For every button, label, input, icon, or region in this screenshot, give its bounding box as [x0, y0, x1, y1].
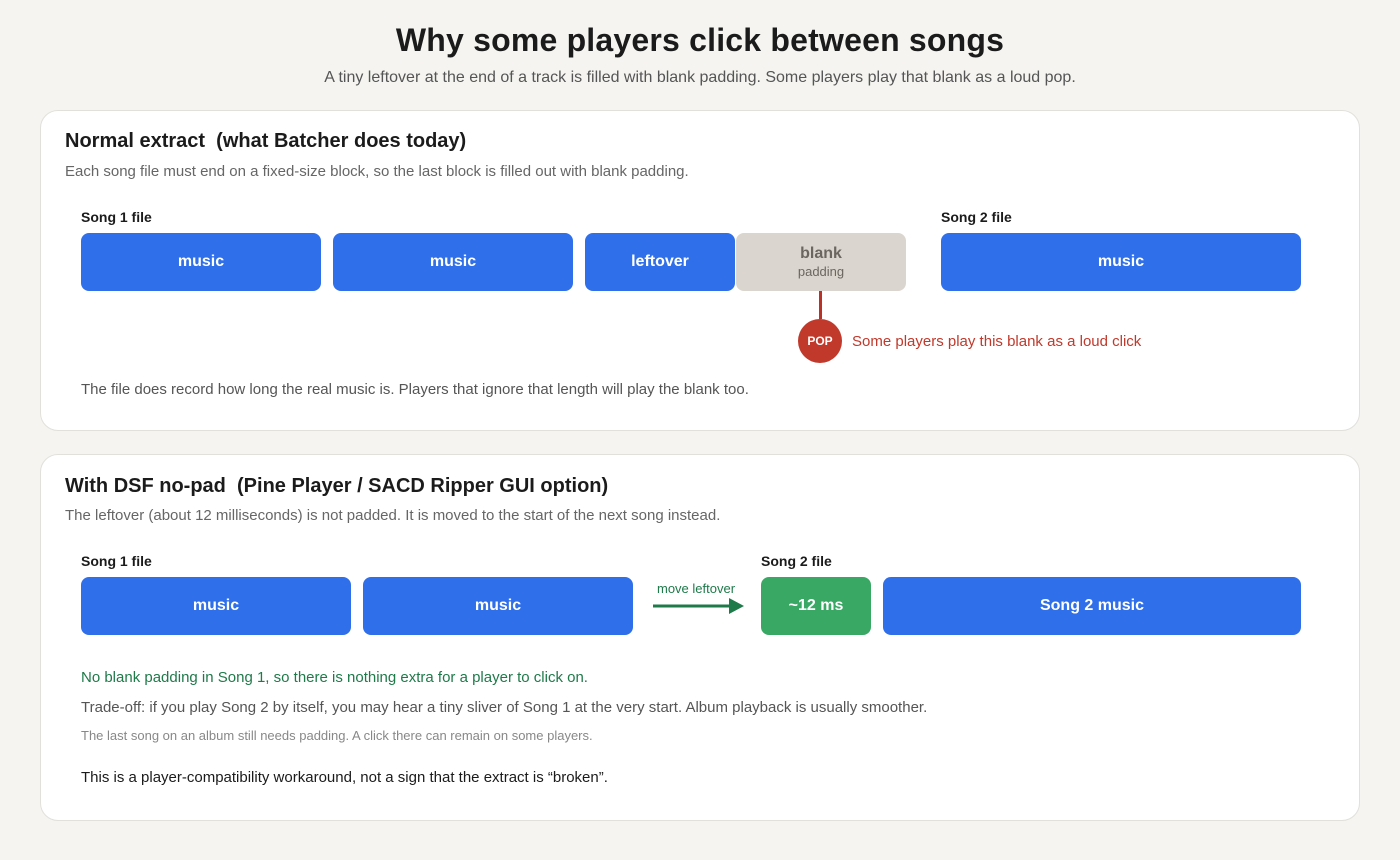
song1-music-block: music: [81, 233, 321, 291]
song2-file-label: Song 2 file: [941, 209, 1012, 225]
blank-padding-block: blank padding: [736, 233, 906, 291]
song1-file-label: Song 1 file: [81, 209, 152, 225]
normal-extract-description: Each song file must end on a fixed-size …: [65, 163, 689, 180]
normal-extract-panel: Normal extract (what Batcher does today)…: [40, 110, 1360, 431]
song1-music-block: music: [81, 577, 351, 635]
summary-note: This is a player-compatibility workaroun…: [81, 769, 608, 786]
blank-padding-sublabel: padding: [797, 264, 845, 279]
song1-leftover-block: leftover: [585, 233, 735, 291]
nopad-description: The leftover (about 12 milliseconds) is …: [65, 507, 721, 524]
nopad-panel: With DSF no-pad (Pine Player / SACD Ripp…: [40, 454, 1360, 821]
normal-extract-footnote: The file does record how long the real m…: [81, 381, 749, 398]
nopad-title: With DSF no-pad (Pine Player / SACD Ripp…: [65, 475, 609, 497]
last-song-note: The last song on an album still needs pa…: [81, 728, 593, 743]
song2-music-block: music: [941, 233, 1301, 291]
page-title: Why some players click between songs: [395, 22, 1005, 58]
page-subtitle: A tiny leftover at the end of a track is…: [324, 69, 1076, 86]
song1-file-label: Song 1 file: [81, 553, 152, 569]
no-padding-note: No blank padding in Song 1, so there is …: [81, 669, 588, 686]
move-leftover-arrow-icon: [653, 598, 744, 614]
song1-music-block: music: [363, 577, 633, 635]
song1-music-block: music: [333, 233, 573, 291]
tradeoff-note: Trade-off: if you play Song 2 by itself,…: [81, 699, 928, 716]
song2-music-block: Song 2 music: [883, 577, 1301, 635]
pop-badge: POP: [798, 319, 842, 363]
move-leftover-label: move leftover: [657, 581, 736, 596]
normal-extract-title: Normal extract (what Batcher does today): [65, 130, 467, 152]
moved-leftover-block: ~12 ms: [761, 577, 871, 635]
pop-connector-line: [819, 291, 822, 319]
song2-file-label: Song 2 file: [761, 553, 832, 569]
blank-padding-label: blank: [800, 245, 842, 262]
pop-note: Some players play this blank as a loud c…: [852, 333, 1142, 350]
